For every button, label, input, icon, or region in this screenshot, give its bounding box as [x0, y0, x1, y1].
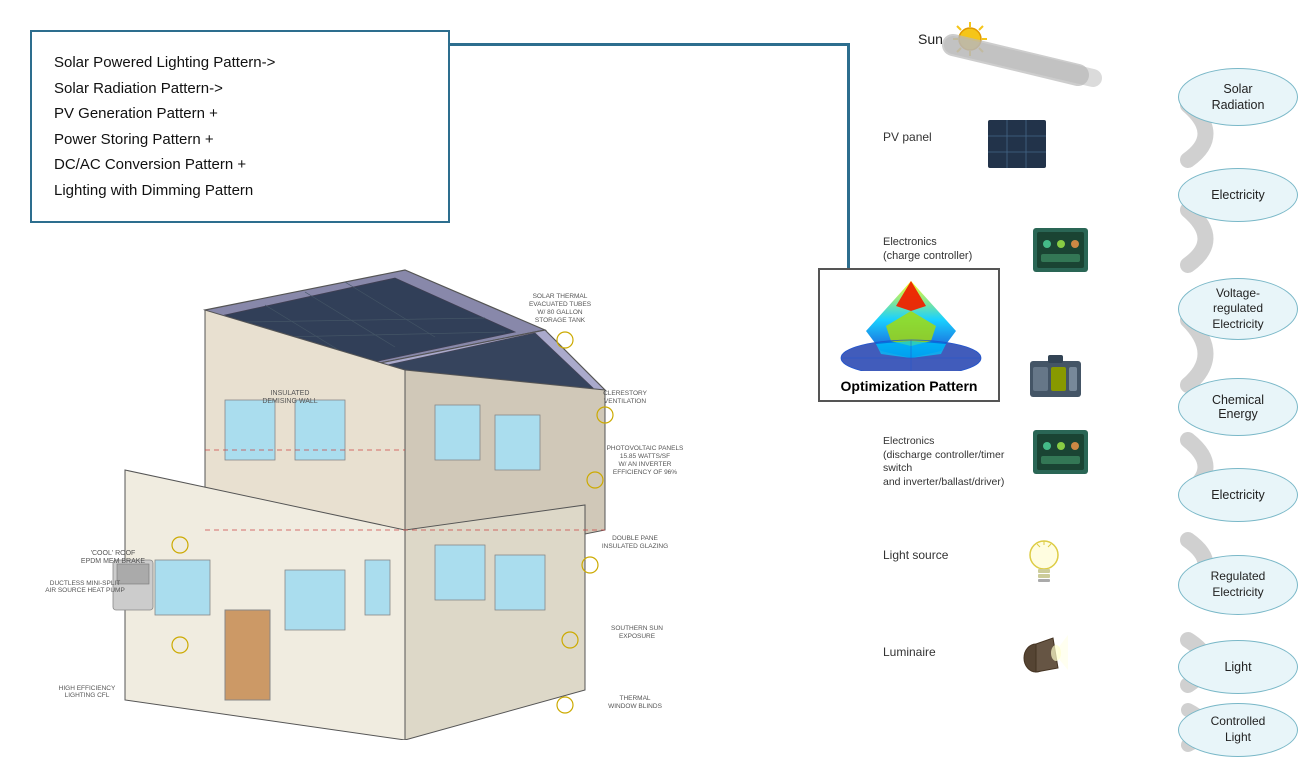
pv-panel-label: PV panel — [883, 130, 932, 144]
svg-text:STORAGE TANK: STORAGE TANK — [535, 317, 586, 324]
luminaire-label: Luminaire — [883, 645, 936, 659]
svg-text:INSULATED: INSULATED — [271, 390, 310, 397]
svg-text:VENTILATION: VENTILATION — [604, 398, 646, 405]
svg-text:DUCTLESS MINI-SPLIT: DUCTLESS MINI-SPLIT — [50, 580, 120, 587]
svg-text:AIR SOURCE HEAT PUMP: AIR SOURCE HEAT PUMP — [45, 587, 125, 594]
oval-voltage-electricity: Voltage-regulatedElectricity — [1178, 278, 1298, 340]
optimization-pattern-label: Optimization Pattern — [826, 378, 992, 394]
oval-light: Light — [1178, 640, 1298, 694]
svg-text:THERMAL: THERMAL — [619, 695, 650, 702]
svg-text:SOLAR THERMAL: SOLAR THERMAL — [533, 293, 588, 300]
oval-electricity-1: Electricity — [1178, 168, 1298, 222]
electronics-charge-image — [1033, 228, 1088, 272]
electronics-discharge-label: Electronics(discharge controller/timer s… — [883, 435, 1031, 490]
optimization-chart — [826, 276, 996, 371]
svg-text:WINDOW BLINDS: WINDOW BLINDS — [608, 703, 662, 710]
oval-solar-radiation: SolarRadiation — [1178, 68, 1298, 126]
svg-text:DOUBLE PANE: DOUBLE PANE — [612, 535, 658, 542]
oval-regulated-electricity: RegulatedElectricity — [1178, 555, 1298, 615]
house-svg: ♻ 'COOL' ROOF EPDM MEM BRAKE INSULATED D… — [25, 250, 725, 740]
svg-text:CLERESTORY: CLERESTORY — [603, 390, 647, 397]
svg-text:'COOL' ROOF: 'COOL' ROOF — [91, 550, 136, 557]
svg-text:HIGH EFFICIENCY: HIGH EFFICIENCY — [59, 685, 116, 692]
house-diagram: ♻ 'COOL' ROOF EPDM MEM BRAKE INSULATED D… — [25, 250, 725, 740]
oval-chemical-energy: ChemicalEnergy — [1178, 378, 1298, 436]
svg-text:EFFICIENCY OF 96%: EFFICIENCY OF 96% — [613, 469, 677, 476]
pv-panel-image — [988, 120, 1046, 168]
svg-text:DEMISING WALL: DEMISING WALL — [262, 398, 317, 405]
bulb-image — [1023, 535, 1065, 587]
svg-text:LIGHTING CFL: LIGHTING CFL — [65, 692, 110, 699]
pattern-list-box: Solar Powered Lighting Pattern-> Solar R… — [30, 30, 450, 223]
oval-controlled-light: ControlledLight — [1178, 703, 1298, 757]
oval-electricity-2: Electricity — [1178, 468, 1298, 522]
svg-text:W/ AN INVERTER: W/ AN INVERTER — [619, 461, 672, 468]
svg-text:W/ 80 GALLON: W/ 80 GALLON — [537, 309, 582, 316]
optimization-pattern-box: Optimization Pattern — [818, 268, 1000, 402]
connector-vertical — [847, 43, 850, 268]
pattern-list-text: Solar Powered Lighting Pattern-> Solar R… — [54, 50, 426, 203]
battery-image — [1028, 355, 1083, 403]
electronics-discharge-image — [1033, 430, 1088, 474]
electronics-charge-label: Electronics(charge controller) — [883, 235, 1023, 264]
svg-text:INSULATED GLAZING: INSULATED GLAZING — [602, 543, 668, 550]
svg-text:SOUTHERN SUN: SOUTHERN SUN — [611, 625, 663, 632]
svg-text:EVACUATED TUBES: EVACUATED TUBES — [529, 301, 592, 308]
luminaire-image — [1018, 630, 1068, 678]
svg-text:PHOTOVOLTAIC PANELS: PHOTOVOLTAIC PANELS — [607, 445, 684, 452]
svg-text:15.85 WATTS/SF: 15.85 WATTS/SF — [620, 453, 670, 460]
svg-text:EPDM MEM BRAKE: EPDM MEM BRAKE — [81, 558, 146, 565]
svg-text:EXPOSURE: EXPOSURE — [619, 633, 656, 640]
light-source-label: Light source — [883, 548, 948, 562]
